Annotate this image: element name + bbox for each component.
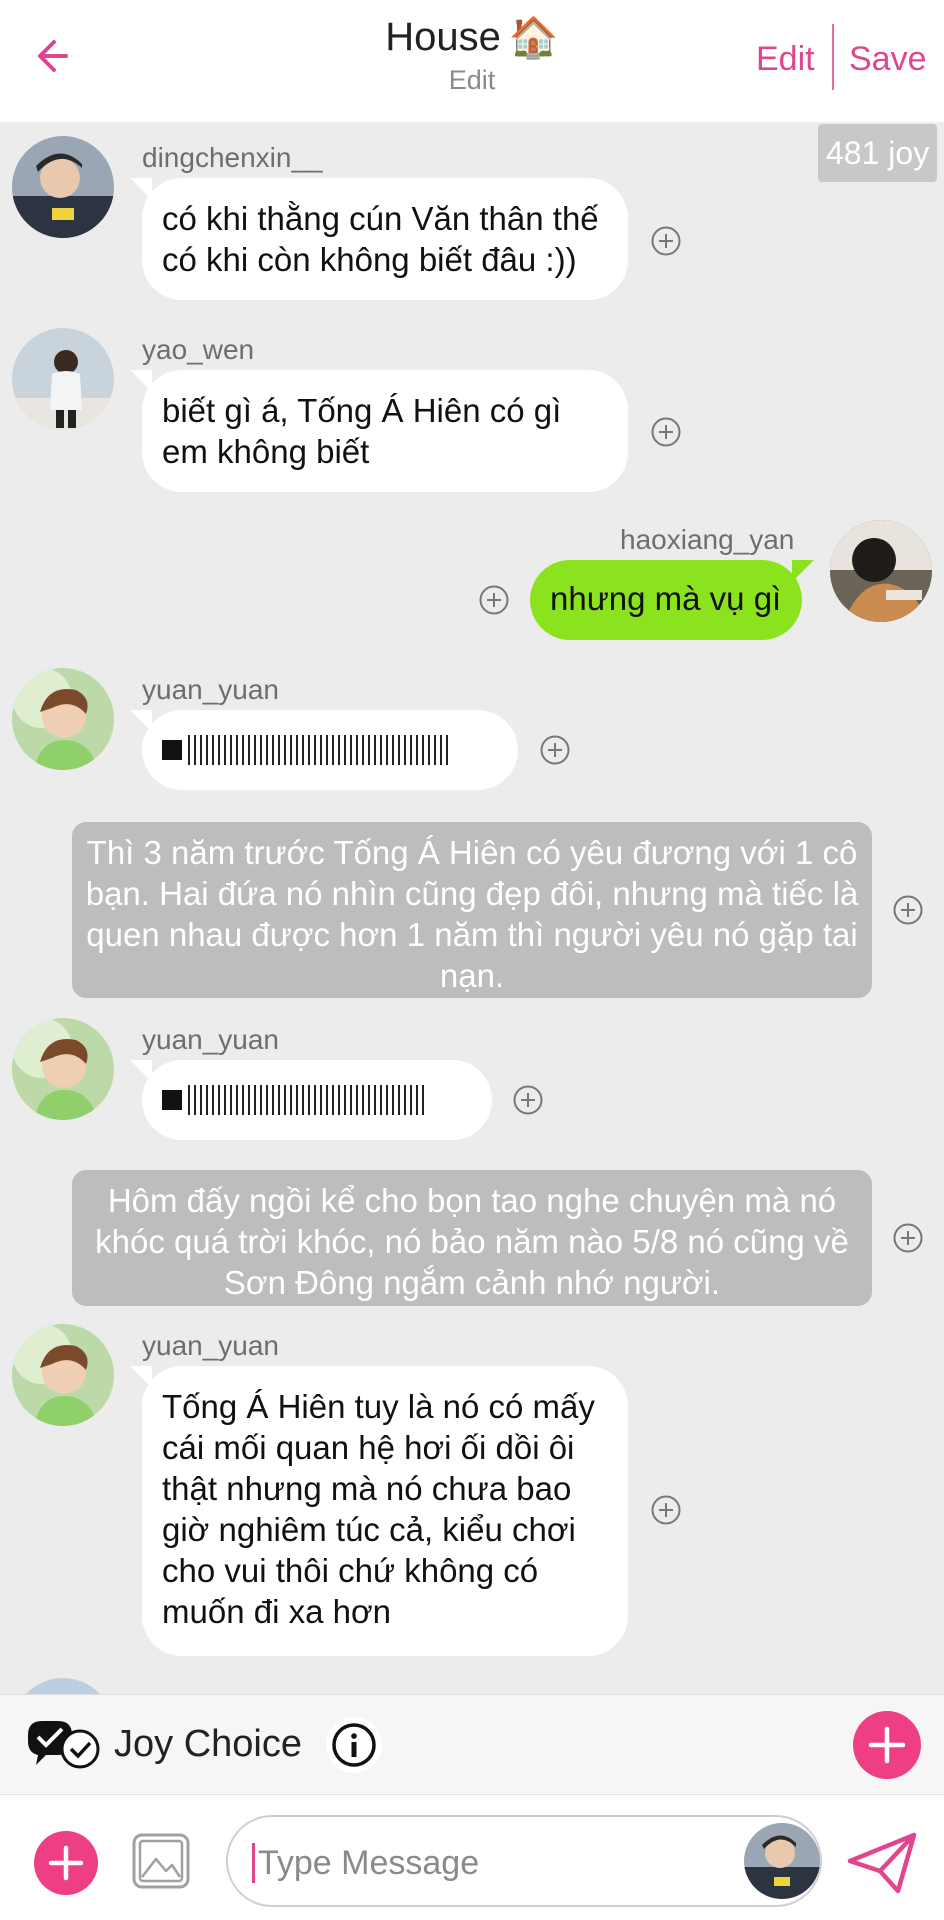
plus-icon <box>868 1726 906 1764</box>
joy-badge: 481 joy <box>818 124 938 182</box>
message-username: yao_wen <box>142 334 255 365</box>
voice-message[interactable] <box>130 1060 492 1140</box>
narration-block[interactable]: Hôm đấy ngồi kể cho bọn tao nghe chuyện … <box>72 1170 872 1306</box>
message-box[interactable] <box>226 1815 822 1907</box>
voice-waveform <box>162 1079 472 1120</box>
add-reaction-icon[interactable] <box>650 225 682 257</box>
avatar[interactable] <box>12 328 114 430</box>
message-username: yuan_yuan <box>142 1330 280 1361</box>
waveform-bars <box>188 734 448 765</box>
voice-message[interactable] <box>130 710 518 790</box>
plus-icon <box>48 1845 84 1881</box>
message-username: yuan_yuan <box>142 674 280 705</box>
joy-choice-label: Joy Choice <box>114 1723 302 1765</box>
narration-block[interactable]: Thì 3 năm trước Tống Á Hiên có yêu đương… <box>72 822 872 998</box>
stop-icon <box>162 1089 182 1110</box>
add-reaction-icon[interactable] <box>650 1494 682 1526</box>
message-username: haoxiang_yan <box>620 524 795 555</box>
avatar[interactable] <box>12 1324 114 1426</box>
add-reaction-icon[interactable] <box>539 734 571 766</box>
message-bubble[interactable]: nhưng mà vụ gì <box>530 560 814 640</box>
add-reaction-icon[interactable] <box>512 1084 544 1116</box>
double-check-icon[interactable] <box>24 1717 102 1771</box>
character-avatar[interactable] <box>744 1823 820 1899</box>
info-icon[interactable] <box>326 1717 382 1773</box>
add-attachment-button[interactable] <box>34 1831 98 1895</box>
add-reaction-icon[interactable] <box>892 1222 924 1254</box>
add-reaction-icon[interactable] <box>892 894 924 926</box>
joy-choice-bar: Joy Choice <box>0 1694 944 1794</box>
message-bubble[interactable]: biết gì á, Tống Á Hiên có gì em không bi… <box>130 370 628 492</box>
waveform-bars <box>188 1084 424 1115</box>
voice-waveform <box>162 729 498 770</box>
page-title: House 🏠 <box>385 14 558 61</box>
avatar[interactable] <box>12 136 114 238</box>
house-icon: 🏠 <box>508 16 559 60</box>
message-username: dingchenxin__ <box>142 142 323 173</box>
add-joy-button[interactable] <box>853 1711 921 1779</box>
title-text: House <box>385 15 501 59</box>
edit-button[interactable]: Edit <box>756 40 815 79</box>
send-icon[interactable] <box>846 1831 918 1895</box>
message-input-bar <box>0 1794 944 1920</box>
add-reaction-icon[interactable] <box>650 416 682 448</box>
text-caret <box>252 1843 255 1883</box>
message-bubble[interactable]: có khi thằng cún Văn thân thế có khi còn… <box>130 178 628 300</box>
avatar[interactable] <box>12 1018 114 1120</box>
avatar[interactable] <box>830 520 932 622</box>
header-divider <box>832 24 834 90</box>
avatar[interactable] <box>12 1678 114 1694</box>
message-input[interactable] <box>258 1837 718 1889</box>
add-reaction-icon[interactable] <box>478 584 510 616</box>
save-button[interactable]: Save <box>849 40 927 79</box>
image-icon[interactable] <box>132 1833 190 1889</box>
stop-icon <box>162 739 182 760</box>
chat-header: House 🏠 Edit Edit Save <box>0 0 944 122</box>
message-bubble[interactable]: Tống Á Hiên tuy là nó có mấy cái mối qua… <box>130 1366 628 1656</box>
avatar[interactable] <box>12 668 114 770</box>
chat-area[interactable]: 481 joy dingchenxin__ có khi thằng cún V… <box>0 122 944 1694</box>
message-username: yuan_yuan <box>142 1024 280 1055</box>
